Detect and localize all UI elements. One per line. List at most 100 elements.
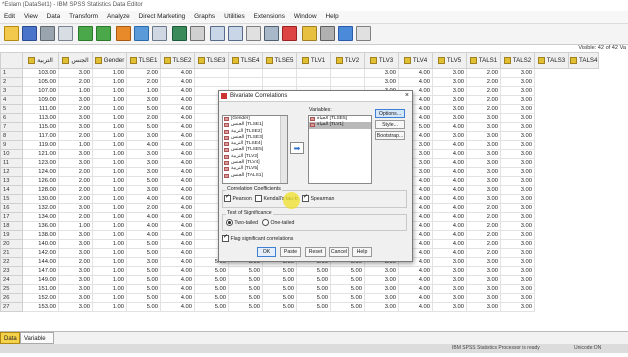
data-cell[interactable] (228, 68, 263, 78)
show-all-icon[interactable] (338, 26, 353, 41)
tab-variable-view[interactable]: Variable View (20, 332, 54, 354)
data-cell[interactable]: 2.00 (126, 203, 161, 213)
row-number[interactable]: 24 (0, 275, 23, 285)
data-cell[interactable]: 3.00 (432, 275, 467, 285)
data-cell[interactable]: 2.00 (58, 176, 93, 186)
data-cell[interactable]: 5.00 (126, 266, 161, 276)
row-number[interactable]: 21 (0, 248, 23, 258)
data-cell[interactable]: 119.00 (22, 140, 59, 150)
menu-transform[interactable]: Transform (69, 11, 98, 23)
paste-button[interactable]: Paste (280, 247, 301, 257)
insert-cases-icon[interactable] (210, 26, 225, 41)
data-cell[interactable]: 1.00 (92, 68, 127, 78)
data-cell[interactable]: 4.00 (432, 149, 467, 159)
data-cell[interactable]: 132.00 (22, 203, 59, 213)
column-header[interactable]: TALS2 (500, 52, 535, 69)
data-cell[interactable]: 3.00 (500, 302, 535, 312)
data-cell[interactable]: 4.00 (160, 248, 195, 258)
data-cell[interactable]: 1.00 (92, 176, 127, 186)
data-cell[interactable] (330, 77, 365, 87)
data-cell[interactable] (296, 68, 331, 78)
data-cell[interactable]: 3.00 (126, 167, 161, 177)
row-number[interactable]: 6 (0, 113, 23, 123)
data-cell[interactable]: 123.00 (22, 158, 59, 168)
column-header[interactable]: TLV5 (432, 52, 467, 69)
data-cell[interactable]: 3.00 (58, 266, 93, 276)
data-cell[interactable]: 3.00 (500, 176, 535, 186)
data-cell[interactable]: 4.00 (126, 230, 161, 240)
data-cell[interactable]: 3.00 (466, 293, 501, 303)
help-button[interactable]: Help (352, 247, 372, 257)
data-cell[interactable]: 2.00 (466, 248, 501, 258)
data-cell[interactable]: 5.00 (126, 284, 161, 294)
row-number[interactable]: 14 (0, 185, 23, 195)
data-cell[interactable]: 2.00 (58, 104, 93, 114)
data-cell[interactable]: 121.00 (22, 149, 59, 159)
data-cell[interactable]: 147.00 (22, 266, 59, 276)
data-cell[interactable]: 5.00 (194, 275, 229, 285)
run-descriptive-icon[interactable] (172, 26, 187, 41)
column-header[interactable]: الجنس (58, 52, 93, 69)
data-cell[interactable]: 3.00 (58, 293, 93, 303)
data-cell[interactable]: 3.00 (500, 149, 535, 159)
data-cell[interactable]: 4.00 (160, 302, 195, 312)
data-cell[interactable]: 4.00 (160, 194, 195, 204)
row-number[interactable]: 7 (0, 122, 23, 132)
data-cell[interactable]: 1.00 (92, 257, 127, 267)
data-cell[interactable]: 3.00 (466, 194, 501, 204)
data-cell[interactable]: 1.00 (92, 239, 127, 249)
data-cell[interactable]: 149.00 (22, 275, 59, 285)
save-icon[interactable] (22, 26, 37, 41)
data-cell[interactable]: 4.00 (160, 149, 195, 159)
kendall-checkbox[interactable] (255, 195, 262, 202)
data-cell[interactable]: 4.00 (160, 158, 195, 168)
data-cell[interactable]: 1.00 (92, 86, 127, 96)
data-cell[interactable]: 3.00 (364, 284, 399, 294)
data-cell[interactable]: 5.00 (330, 275, 365, 285)
data-cell[interactable]: 3.00 (364, 275, 399, 285)
data-cell[interactable]: 4.00 (398, 302, 433, 312)
data-cell[interactable] (262, 77, 297, 87)
column-header[interactable]: Gender (92, 52, 127, 69)
select-cases-icon[interactable] (282, 26, 297, 41)
insert-variable-icon[interactable] (228, 26, 243, 41)
data-cell[interactable]: 5.00 (296, 284, 331, 294)
spell-check-icon[interactable] (356, 26, 371, 41)
data-cell[interactable] (228, 77, 263, 87)
data-cell[interactable]: 1.00 (92, 158, 127, 168)
data-cell[interactable]: 3.00 (500, 167, 535, 177)
data-cell[interactable]: 2.00 (126, 113, 161, 123)
data-cell[interactable]: 4.00 (432, 203, 467, 213)
data-cell[interactable]: 3.00 (126, 185, 161, 195)
data-cell[interactable]: 1.00 (92, 77, 127, 87)
pearson-checkbox[interactable] (224, 195, 231, 202)
data-cell[interactable] (194, 77, 229, 87)
data-cell[interactable]: 4.00 (160, 167, 195, 177)
data-cell[interactable]: 3.00 (432, 68, 467, 78)
find-icon[interactable] (190, 26, 205, 41)
pearson-option[interactable]: Pearson (224, 195, 252, 202)
data-cell[interactable]: 3.00 (58, 275, 93, 285)
data-cell[interactable]: 138.00 (22, 230, 59, 240)
data-cell[interactable]: 4.00 (432, 167, 467, 177)
data-cell[interactable]: 152.00 (22, 293, 59, 303)
data-cell[interactable]: 4.00 (398, 77, 433, 87)
data-cell[interactable]: 4.00 (398, 266, 433, 276)
data-cell[interactable]: 4.00 (398, 275, 433, 285)
data-cell[interactable]: 5.00 (262, 293, 297, 303)
options-button[interactable]: Options... (375, 109, 405, 118)
flag-significant-checkbox[interactable] (222, 235, 229, 242)
data-cell[interactable]: 2.00 (466, 239, 501, 249)
data-cell[interactable]: 4.00 (432, 212, 467, 222)
data-cell[interactable]: 5.00 (262, 284, 297, 294)
data-cell[interactable]: 3.00 (126, 131, 161, 141)
data-cell[interactable]: 3.00 (364, 293, 399, 303)
data-cell[interactable]: 107.00 (22, 86, 59, 96)
data-cell[interactable]: 134.00 (22, 212, 59, 222)
data-cell[interactable]: 4.00 (126, 212, 161, 222)
data-cell[interactable]: 4.00 (398, 293, 433, 303)
data-cell[interactable]: 3.00 (58, 284, 93, 294)
tab-data-view[interactable]: Data View (0, 332, 20, 354)
data-cell[interactable]: 3.00 (58, 113, 93, 123)
data-cell[interactable]: 5.00 (126, 293, 161, 303)
